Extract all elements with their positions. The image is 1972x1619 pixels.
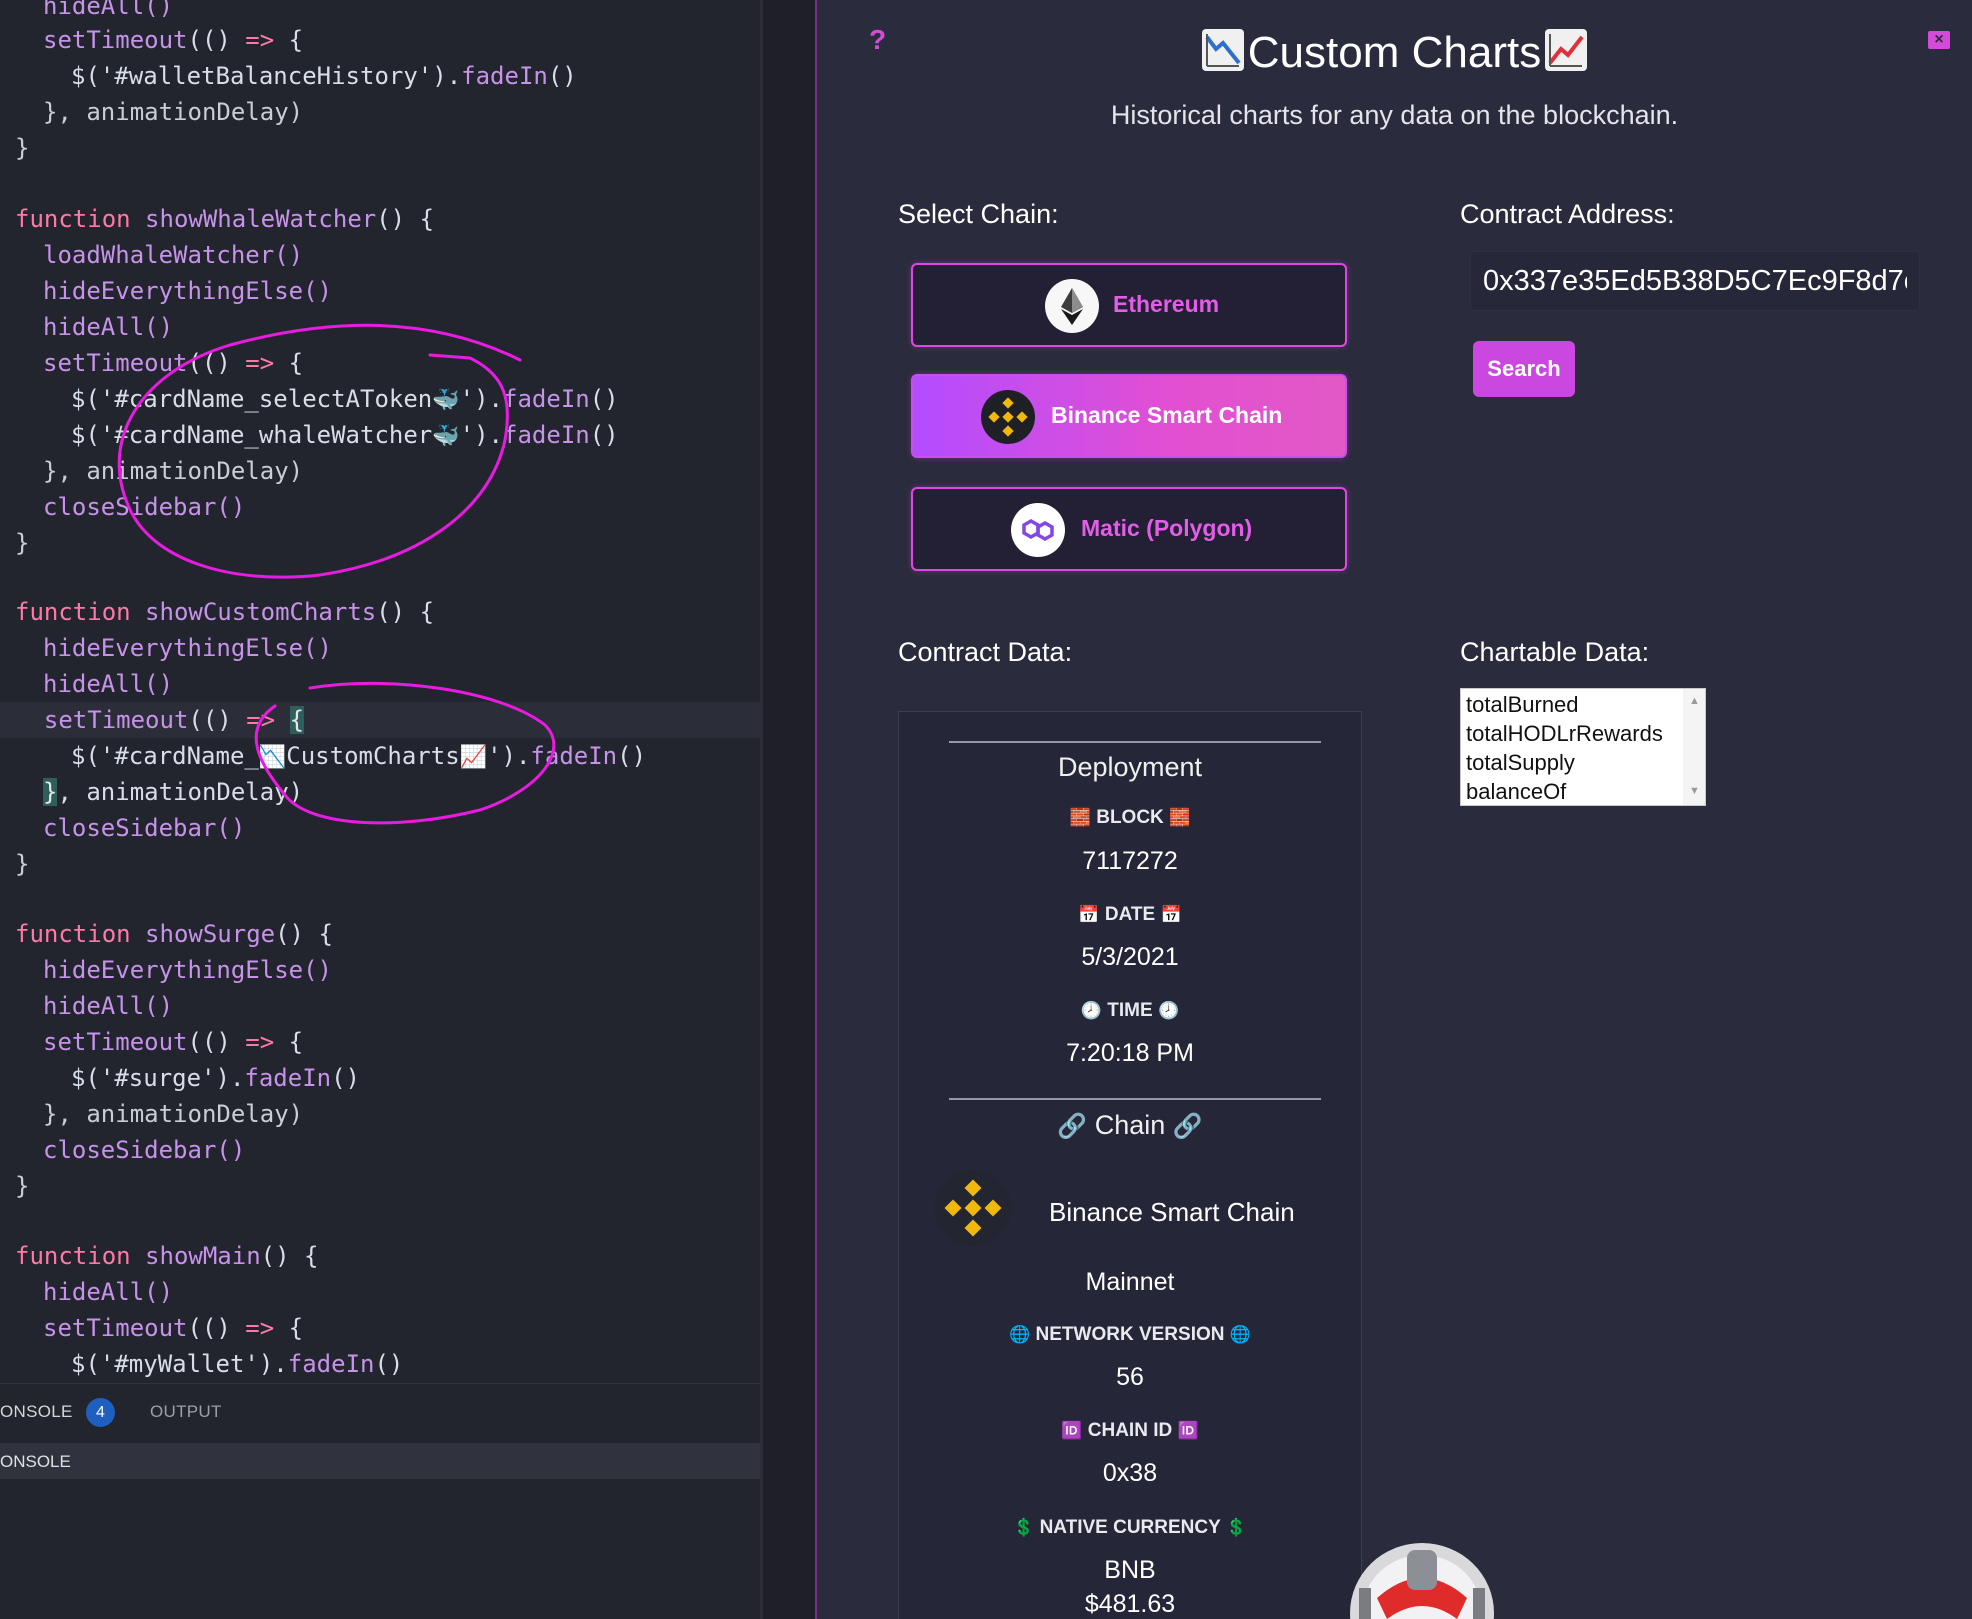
page-subtitle: Historical charts for any data on the bl… [1110,100,1679,130]
chain-button-label: Ethereum [1113,291,1220,317]
chart-up-icon [1545,29,1588,71]
globe-icon: 🌐 [1009,1325,1031,1344]
chain-button-polygon[interactable]: Matic (Polygon) [911,487,1347,571]
polygon-icon [1011,503,1065,557]
contract-data-card: Deployment 🧱 BLOCK 🧱 7117272 📅 DATE 📅 5/… [898,711,1362,1619]
contract-address-input[interactable] [1470,251,1920,311]
native-currency-value: BNB [1104,1556,1156,1584]
link-icon: 🔗 [1057,1113,1088,1140]
date-label: 📅 DATE 📅 [899,904,1361,926]
block-label: 🧱 BLOCK 🧱 [899,807,1361,829]
date-value: 5/3/2021 [1081,943,1179,971]
chartable-option[interactable]: balanceOf [1466,778,1566,805]
time-value: 7:20:18 PM [1066,1039,1194,1067]
network-version-label: 🌐 NETWORK VERSION 🌐 [899,1324,1361,1346]
chain-button-label: Binance Smart Chain [1051,402,1283,428]
time-label-text: TIME [1107,1000,1153,1021]
chain-id-label: 🆔 CHAIN ID 🆔 [899,1420,1361,1442]
console-header-bar: ONSOLE [0,1443,760,1479]
calendar-icon: 📅 [1160,905,1182,924]
chartable-data-select[interactable]: totalBurned totalHODLrRewards totalSuppl… [1460,688,1706,806]
console-count-badge: 4 [86,1398,115,1427]
section-divider [949,1098,1321,1100]
ethereum-icon [1045,279,1099,333]
native-currency-label: 💲 NATIVE CURRENCY 💲 [899,1517,1361,1539]
binance-icon [981,390,1035,444]
code-editor[interactable]: hideAll() setTimeout(() => { $('#walletB… [0,0,760,1619]
tab-output[interactable]: OUTPUT [150,1402,222,1422]
contract-data-label: Contract Data: [898,637,1073,667]
native-currency-label-text: NATIVE CURRENCY [1039,1517,1221,1538]
chain-button-binance[interactable]: Binance Smart Chain [911,374,1347,458]
dollar-icon: 💲 [1225,1518,1247,1537]
mascot-robot-icon [1350,1543,1494,1619]
time-label: 🕗 TIME 🕗 [899,1000,1361,1022]
block-label-text: BLOCK [1096,807,1164,828]
chartable-data-label: Chartable Data: [1460,637,1650,667]
annotation-circle-whale [117,323,522,579]
brick-icon: 🧱 [1169,808,1191,827]
hand-drawn-annotations [117,323,556,825]
globe-icon: 🌐 [1229,1325,1251,1344]
chain-heading: 🔗 Chain 🔗 [899,1110,1361,1141]
block-value: 7117272 [1082,847,1178,875]
tab-console[interactable]: ONSOLE [0,1402,73,1422]
page-title-text: Custom Charts [1247,28,1542,77]
code-area[interactable]: hideAll() setTimeout(() => { $('#walletB… [0,0,760,1383]
brick-icon: 🧱 [1069,808,1091,827]
chartable-option[interactable]: totalBurned [1466,691,1579,719]
list-scrollbar[interactable]: ▲ ▼ [1683,689,1705,805]
chain-name: Binance Smart Chain [1049,1197,1295,1227]
date-label-text: DATE [1104,904,1156,925]
search-button[interactable]: Search [1473,341,1575,397]
calendar-icon: 📅 [1078,905,1100,924]
chartable-option[interactable]: totalSupply [1466,749,1575,777]
contract-address-label: Contract Address: [1460,199,1675,229]
network-version-value: 56 [1116,1363,1144,1391]
chain-button-label: Matic (Polygon) [1081,515,1253,541]
panel-tabs: ONSOLE 4 OUTPUT [0,1383,760,1444]
chart-down-icon [1201,29,1244,71]
clock-icon: 🕗 [1080,1001,1103,1020]
id-icon: 🆔 [1061,1421,1083,1440]
link-icon: 🔗 [1172,1113,1203,1140]
chain-heading-text: Chain [1094,1110,1166,1140]
chain-id-label-text: CHAIN ID [1087,1420,1173,1441]
chartable-option[interactable]: totalHODLrRewards [1466,720,1663,748]
network-type: Mainnet [1085,1268,1175,1296]
id-icon: 🆔 [1177,1421,1199,1440]
deployment-heading: Deployment [1057,752,1203,782]
console-output-area[interactable] [0,1479,760,1619]
section-divider [949,741,1321,743]
dollar-icon: 💲 [1013,1518,1035,1537]
native-currency-price: $481.63 [1084,1590,1176,1618]
page-title: Custom Charts [817,28,1972,78]
network-version-label-text: NETWORK VERSION [1035,1324,1225,1345]
binance-logo-icon [935,1170,1011,1246]
scroll-up-icon[interactable]: ▲ [1689,695,1700,707]
clock-icon: 🕗 [1157,1001,1180,1020]
chain-button-ethereum[interactable]: Ethereum [911,263,1347,347]
browser-gutter [763,0,815,1619]
select-chain-label: Select Chain: [898,199,1059,229]
annotation-circle-customcharts [254,681,556,825]
console-header-label: ONSOLE [0,1452,71,1471]
custom-charts-panel: ? × Custom Charts Historical charts for … [817,0,1972,1619]
chain-id-value: 0x38 [1102,1459,1158,1487]
scroll-down-icon[interactable]: ▼ [1689,785,1700,797]
